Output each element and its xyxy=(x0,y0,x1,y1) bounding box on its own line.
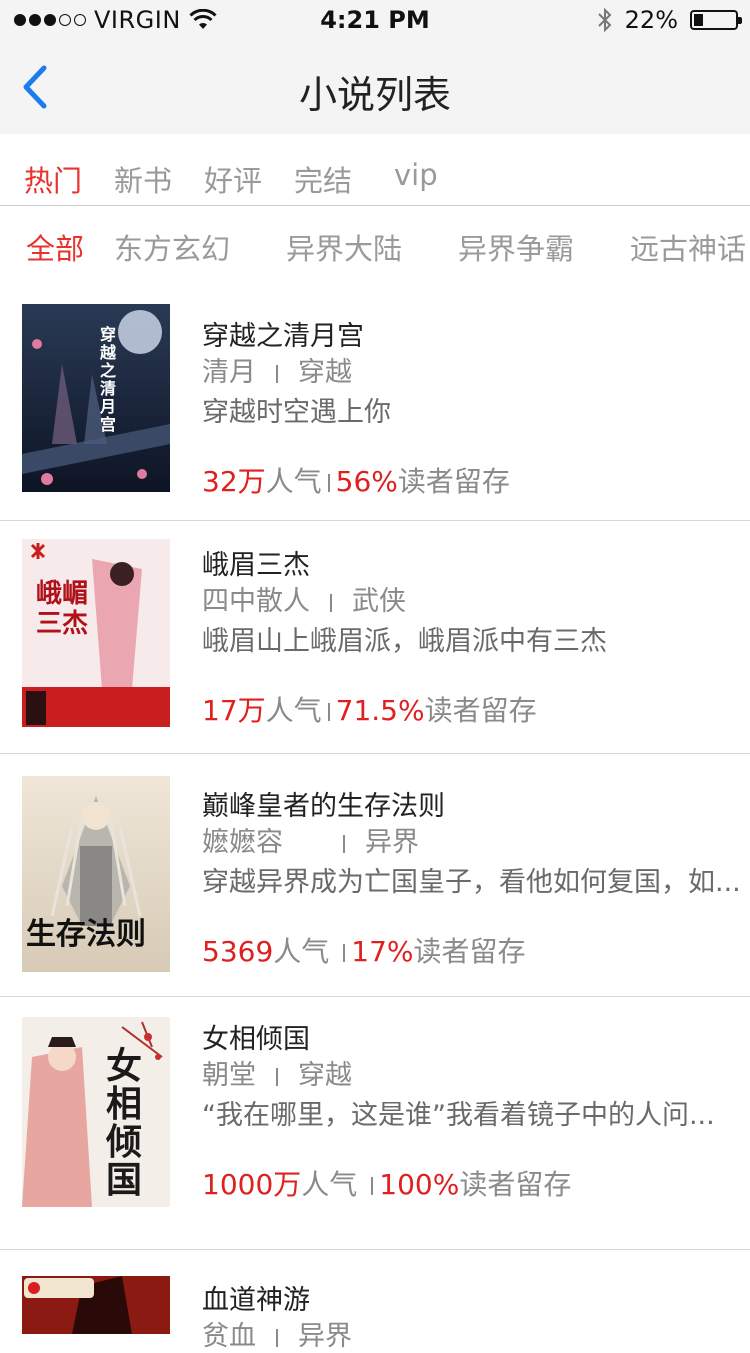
novel-title: 血道神游 xyxy=(202,1285,310,1316)
bluetooth-icon xyxy=(597,7,612,33)
category-world-conquest[interactable]: 异界争霸 xyxy=(458,226,574,268)
novel-title: 穿越之清月宫 xyxy=(202,321,364,352)
book-cover: 穿越之清月宫 xyxy=(22,304,170,492)
book-cover xyxy=(22,1276,170,1334)
popularity-value: 5369 xyxy=(202,935,274,968)
novel-meta: 清月 穿越 xyxy=(202,350,352,389)
retention-label: 读者留存 xyxy=(397,465,510,498)
category-tabs: 全部 东方玄幻 异界大陆 异界争霸 远古神话 xyxy=(0,206,750,286)
retention-label: 读者留存 xyxy=(413,935,526,968)
tab-hot[interactable]: 热门 xyxy=(24,158,82,200)
category-other-world[interactable]: 异界大陆 xyxy=(286,226,402,268)
novel-author: 清月 xyxy=(202,357,256,388)
book-cover: 生存法则 xyxy=(22,776,170,972)
book-cover: 峨嵋三杰 xyxy=(22,539,170,727)
page-title: 小说列表 xyxy=(298,73,451,117)
cover-title: 峨嵋三杰 xyxy=(36,579,89,639)
novel-genre: 穿越 xyxy=(298,357,352,388)
popularity-label: 人气 xyxy=(265,694,322,727)
sort-tabs: 热门 新书 好评 完结 vip xyxy=(0,134,750,206)
popularity-label: 人气 xyxy=(265,465,322,498)
popularity-value: 32万 xyxy=(202,465,266,498)
novel-item[interactable]: 女相倾国 女相倾国 朝堂 穿越 “我在哪里，这是谁”我看着镜子中的人问... 10… xyxy=(0,997,750,1250)
novel-stats: 1000万人气 100%读者留存 xyxy=(202,1163,571,1203)
category-ancient-myth[interactable]: 远古神话 xyxy=(630,226,746,268)
popularity-value: 17万 xyxy=(202,694,266,727)
popularity-label: 人气 xyxy=(301,1168,358,1201)
novel-author: 四中散人 xyxy=(202,586,310,617)
status-bar: VIRGIN 4:21 PM 22% xyxy=(0,0,750,40)
retention-label: 读者留存 xyxy=(459,1168,572,1201)
tab-vip[interactable]: vip xyxy=(394,158,438,192)
novel-meta: 朝堂 穿越 xyxy=(202,1053,352,1092)
battery-percent: 22% xyxy=(624,6,678,34)
novel-genre: 异界 xyxy=(365,827,419,858)
novel-title: 巅峰皇者的生存法则 xyxy=(202,791,445,822)
cover-title: 穿越之清月宫 xyxy=(100,325,117,434)
popularity-label: 人气 xyxy=(273,935,330,968)
novel-item[interactable]: 穿越之清月宫 穿越之清月宫 清月 穿越 穿越时空遇上你 32万人气 56%读者留存 xyxy=(0,286,750,521)
novel-description: 穿越时空遇上你 xyxy=(202,397,391,428)
novel-genre: 穿越 xyxy=(298,1060,352,1091)
tab-new[interactable]: 新书 xyxy=(114,158,172,200)
novel-meta: 嬷嬷容 异界 xyxy=(202,820,419,859)
tab-top-rated[interactable]: 好评 xyxy=(204,158,262,200)
novel-description: “我在哪里，这是谁”我看着镜子中的人问... xyxy=(202,1100,715,1131)
nav-bar: 小说列表 xyxy=(0,40,750,134)
novel-stats: 5369人气 17%读者留存 xyxy=(202,930,526,970)
retention-label: 读者留存 xyxy=(424,694,537,727)
novel-stats: 32万人气 56%读者留存 xyxy=(202,460,510,500)
novel-item[interactable]: 血道神游 贫血 异界 xyxy=(0,1250,750,1352)
tab-completed[interactable]: 完结 xyxy=(294,158,352,200)
novel-stats: 17万人气 71.5%读者留存 xyxy=(202,689,537,729)
novel-author: 嬷嬷容 xyxy=(202,827,283,858)
novel-author: 贫血 xyxy=(202,1321,256,1352)
cover-title: 生存法则 xyxy=(26,917,146,952)
novel-genre: 异界 xyxy=(298,1321,352,1352)
category-all[interactable]: 全部 xyxy=(26,226,84,268)
novel-meta: 四中散人 武侠 xyxy=(202,579,406,618)
category-eastern-fantasy[interactable]: 东方玄幻 xyxy=(114,226,230,268)
novel-description: 峨眉山上峨眉派，峨眉派中有三杰 xyxy=(202,626,607,657)
battery-level xyxy=(694,14,703,26)
novel-item[interactable]: 峨嵋三杰 峨眉三杰 四中散人 武侠 峨眉山上峨眉派，峨眉派中有三杰 17万人气 71… xyxy=(0,521,750,754)
retention-value: 71.5% xyxy=(335,694,425,727)
status-right: 22% xyxy=(597,6,742,34)
battery-icon xyxy=(690,10,742,30)
novel-description: 穿越异界成为亡国皇子，看他如何复国，如... xyxy=(202,867,741,898)
novel-item[interactable]: 生存法则 巅峰皇者的生存法则 嬷嬷容 异界 穿越异界成为亡国皇子，看他如何复国，如… xyxy=(0,754,750,997)
novel-genre: 武侠 xyxy=(352,586,406,617)
retention-value: 56% xyxy=(335,465,398,498)
book-cover: 女相倾国 xyxy=(22,1017,170,1207)
cover-title: 女相倾国 xyxy=(106,1045,143,1201)
retention-value: 17% xyxy=(351,935,414,968)
retention-value: 100% xyxy=(379,1168,460,1201)
novel-author: 朝堂 xyxy=(202,1060,256,1091)
novel-title: 女相倾国 xyxy=(202,1024,310,1055)
popularity-value: 1000万 xyxy=(202,1168,302,1201)
novel-title: 峨眉三杰 xyxy=(202,550,310,581)
